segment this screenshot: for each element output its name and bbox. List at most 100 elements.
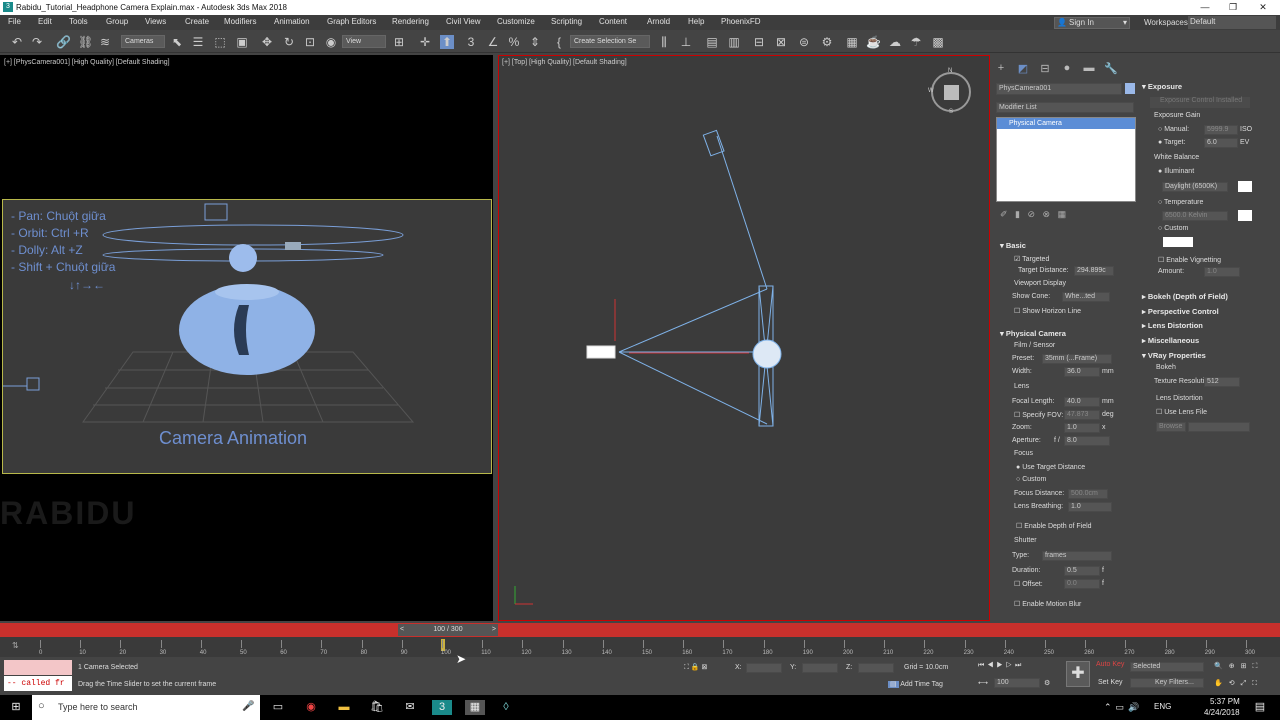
minimize-button[interactable]: — <box>1190 1 1220 14</box>
render-setup-icon[interactable]: ⚙ <box>820 35 834 49</box>
width-field[interactable]: 36.0 <box>1064 367 1100 377</box>
physical-camera-rollout-header[interactable]: ▾ Physical Camera <box>1000 329 1066 338</box>
preset-dropdown[interactable]: 35mm (...Frame) <box>1042 354 1112 364</box>
angle-snap-icon[interactable]: ∠ <box>486 35 500 49</box>
show-cone-dropdown[interactable]: Whe...ted <box>1062 292 1110 302</box>
enable-dof-checkbox[interactable]: ☐ Enable Depth of Field <box>1016 522 1092 530</box>
rect-selection-icon[interactable]: ⬚ <box>213 35 227 49</box>
sign-in-button[interactable]: 👤 Sign In ▾ <box>1054 17 1130 29</box>
aperture-field[interactable]: 8.0 <box>1064 436 1110 446</box>
illuminant-radio[interactable]: ● Illuminant <box>1158 168 1194 175</box>
task-view-icon[interactable]: ▭ <box>270 700 286 715</box>
windows-start-icon[interactable]: ⊞ <box>8 700 24 715</box>
redo-icon[interactable]: ↷ <box>30 35 44 49</box>
render-activeshade-icon[interactable]: ☂ <box>909 35 923 49</box>
toggle-ribbon-icon[interactable]: ▥ <box>727 35 741 49</box>
display-tab-icon[interactable]: ▬ <box>1082 62 1096 76</box>
reference-coord-dropdown[interactable]: View <box>342 35 386 48</box>
modifier-stack[interactable]: Physical Camera <box>996 117 1136 202</box>
set-key-button[interactable]: ✚ <box>1066 661 1090 687</box>
file-explorer-icon[interactable]: ▬ <box>336 700 352 715</box>
workspace-select[interactable]: Default <box>1188 16 1276 29</box>
vray-frame-buffer-icon[interactable]: ▩ <box>931 35 945 49</box>
bokeh-rollout-header[interactable]: ▸ Bokeh (Depth of Field) <box>1142 292 1228 301</box>
select-by-name-icon[interactable]: ☰ <box>191 35 205 49</box>
exposure-rollout-header[interactable]: ▾ Exposure <box>1142 82 1182 91</box>
menu-scripting[interactable]: Scripting <box>551 17 582 26</box>
rotate-icon[interactable]: ↻ <box>282 35 296 49</box>
miscellaneous-rollout-header[interactable]: ▸ Miscellaneous <box>1142 336 1199 345</box>
keyboard-shortcut-override-icon[interactable]: ⬆ <box>440 35 454 49</box>
texture-resolution-field[interactable]: 512 <box>1204 377 1240 387</box>
modify-tab-icon[interactable]: ◩ <box>1016 62 1030 76</box>
language-indicator[interactable]: ENG <box>1154 702 1171 711</box>
viewcube[interactable]: N W S <box>928 68 971 115</box>
menu-arnold[interactable]: Arnold <box>647 17 670 26</box>
render-frame-icon[interactable]: ▦ <box>845 35 859 49</box>
time-slider-track[interactable] <box>0 623 1280 637</box>
top-viewport[interactable]: [+] [Top] [High Quality] [Default Shadin… <box>498 55 990 621</box>
motion-tab-icon[interactable]: ● <box>1060 62 1074 76</box>
vray-properties-rollout-header[interactable]: ▾ VRay Properties <box>1142 351 1206 360</box>
lens-breathing-field[interactable]: 1.0 <box>1068 502 1112 512</box>
viewport-nav-icons[interactable]: 🔍⊕⊞⛶ <box>1214 662 1263 671</box>
manual-iso-field[interactable]: 5999.9 <box>1204 125 1238 135</box>
maximize-button[interactable]: ❐ <box>1218 1 1248 14</box>
browse-button[interactable]: Browse <box>1156 422 1186 432</box>
stack-item-physical-camera[interactable]: Physical Camera <box>997 118 1135 129</box>
create-tab-icon[interactable]: + <box>994 62 1008 76</box>
stack-tools[interactable]: ✐ ▮ ⊘ ⊗ ▦ <box>1000 209 1066 220</box>
focus-distance-field[interactable]: 500.0cm <box>1068 489 1108 499</box>
enable-motion-blur-checkbox[interactable]: ☐ Enable Motion Blur <box>1014 600 1081 608</box>
menu-modifiers[interactable]: Modifiers <box>224 17 256 26</box>
lens-distortion-rollout-header[interactable]: ▸ Lens Distortion <box>1142 321 1203 330</box>
target-ev-radio[interactable]: ● Target: <box>1158 139 1185 146</box>
slider-prev-icon[interactable]: < <box>400 624 404 636</box>
menu-edit[interactable]: Edit <box>38 17 52 26</box>
exposure-control-installed-button[interactable]: Exposure Control Installed <box>1150 97 1250 108</box>
percent-snap-icon[interactable]: % <box>507 35 521 49</box>
target-distance-field[interactable]: 294.899c <box>1074 266 1114 276</box>
menu-tools[interactable]: Tools <box>69 17 88 26</box>
specify-fov-checkbox[interactable]: ☐ Specify FOV: <box>1014 411 1063 419</box>
playback-controls[interactable]: ⏮◀▶▷⏭ <box>978 662 1024 670</box>
illuminant-color-swatch[interactable] <box>1238 181 1252 192</box>
maxscript-output[interactable]: -- called fr <box>4 676 72 691</box>
time-slider[interactable]: <100 / 300 > <box>398 624 498 636</box>
custom-focus-radio[interactable]: ○ Custom <box>1016 476 1046 483</box>
x-coord-field[interactable] <box>746 663 782 673</box>
current-frame-field[interactable]: 100 <box>994 678 1040 688</box>
duration-field[interactable]: 0.5 <box>1064 566 1100 576</box>
isolate-selection-icon[interactable]: ⛶ 🔒 ⊠ <box>684 663 707 672</box>
selection-filter-dropdown[interactable]: Cameras <box>121 35 165 48</box>
shutter-type-dropdown[interactable]: frames <box>1042 551 1112 561</box>
microphone-icon[interactable]: 🎤 <box>242 701 254 712</box>
align-icon[interactable]: ⊥ <box>679 35 693 49</box>
placement-icon[interactable]: ◉ <box>324 35 338 49</box>
taskbar-search[interactable]: ○ Type here to search 🎤 <box>32 695 260 720</box>
store-icon[interactable]: 🛍 <box>369 700 385 715</box>
modifier-list-dropdown[interactable]: Modifier List <box>996 102 1134 113</box>
undo-icon[interactable]: ↶ <box>10 35 24 49</box>
target-ev-field[interactable]: 6.0 <box>1204 138 1238 148</box>
key-filters-button[interactable]: Key Filters... <box>1130 678 1204 688</box>
object-name-field[interactable]: PhysCamera001 <box>996 83 1122 95</box>
perspective-control-rollout-header[interactable]: ▸ Perspective Control <box>1142 307 1219 316</box>
basic-rollout-header[interactable]: ▾ Basic <box>1000 241 1026 250</box>
spinner-snap-icon[interactable]: ⇕ <box>528 35 542 49</box>
menu-views[interactable]: Views <box>145 17 166 26</box>
lens-file-path-field[interactable] <box>1188 422 1250 432</box>
mirror-icon[interactable]: ⫼ <box>657 35 671 49</box>
menu-create[interactable]: Create <box>185 17 209 26</box>
add-time-tag-button[interactable]: ▤ Add Time Tag <box>888 680 943 688</box>
time-config-icon[interactable]: ⚙ <box>1044 679 1050 687</box>
set-key-mode-button[interactable]: Set Key <box>1098 679 1123 686</box>
link-icon[interactable]: 🔗 <box>56 35 71 49</box>
menu-file[interactable]: File <box>8 17 21 26</box>
viewport-label[interactable]: [+] [PhysCamera001] [High Quality] [Defa… <box>4 59 170 66</box>
key-set-dropdown[interactable]: Selected <box>1130 662 1204 672</box>
illuminant-dropdown[interactable]: Daylight (6500K) <box>1162 182 1228 192</box>
trackbar[interactable]: ⇅ 0 10 20 30 40 50 60 70 80 90 100 110 120 130 140 150 1… <box>0 637 1280 657</box>
schematic-view-icon[interactable]: ⊠ <box>774 35 788 49</box>
hierarchy-tab-icon[interactable]: ⊟ <box>1038 62 1052 76</box>
